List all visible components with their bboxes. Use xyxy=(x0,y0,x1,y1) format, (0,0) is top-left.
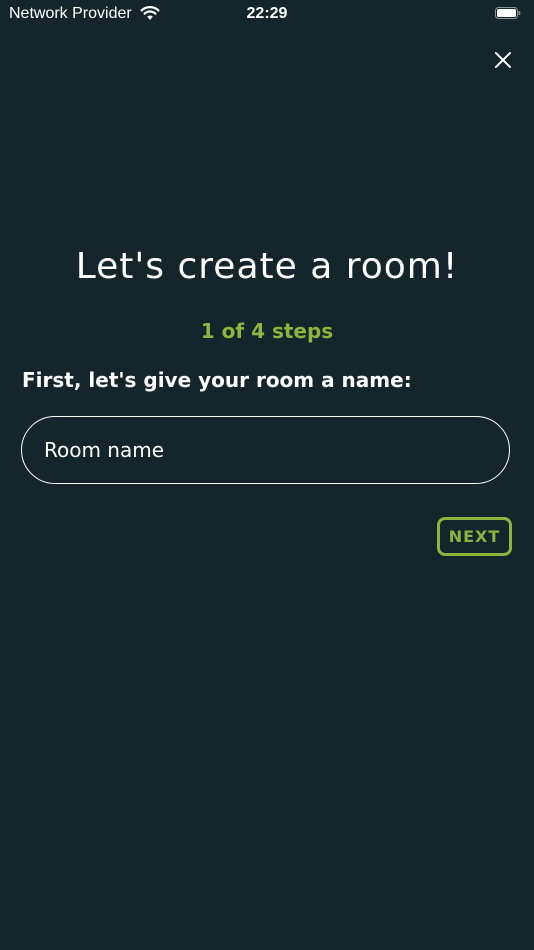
page-title: Let's create a room! xyxy=(75,246,459,287)
battery-icon xyxy=(495,7,521,19)
step-indicator: 1 of 4 steps xyxy=(200,319,334,343)
status-time: 22:29 xyxy=(246,5,288,22)
next-button[interactable]: NEXT xyxy=(437,517,512,556)
close-icon xyxy=(495,52,511,68)
room-name-prompt: First, let's give your room a name: xyxy=(22,368,412,392)
status-bar: Network Provider 22:29 xyxy=(0,0,534,28)
room-name-input[interactable] xyxy=(21,416,510,484)
close-button[interactable] xyxy=(491,48,515,72)
